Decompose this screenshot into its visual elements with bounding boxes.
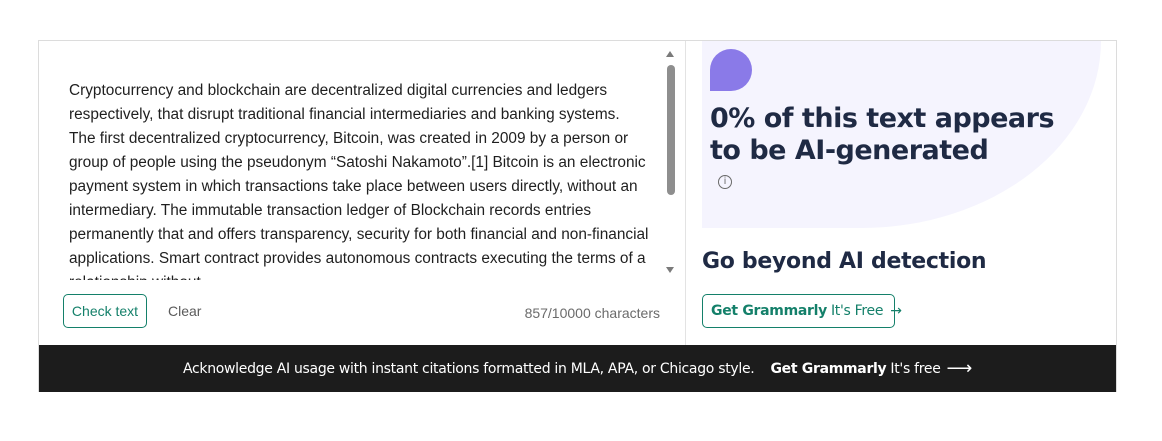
scroll-up-arrow[interactable] — [666, 51, 674, 57]
editor-text[interactable]: Cryptocurrency and blockchain are decent… — [69, 79, 649, 280]
banner-message: Acknowledge AI usage with instant citati… — [182, 360, 755, 377]
scrollbar-thumb[interactable] — [667, 65, 675, 195]
info-icon[interactable]: i — [718, 175, 732, 189]
speech-bubble-icon — [710, 49, 752, 91]
banner-cta-suffix: It's free — [890, 360, 941, 377]
long-arrow-right-icon: ⟶ — [946, 358, 973, 379]
upsell-title: Go beyond AI detection — [702, 249, 987, 274]
character-count: 857/10000 characters — [524, 305, 660, 321]
text-editor[interactable]: Cryptocurrency and blockchain are decent… — [69, 79, 649, 280]
banner-cta-brand: Get Grammarly — [770, 360, 887, 377]
clear-button[interactable]: Clear — [168, 303, 201, 319]
ai-detector-widget: Cryptocurrency and blockchain are decent… — [38, 40, 1117, 392]
banner-get-grammarly-link[interactable]: Get Grammarly It's free ⟶ — [770, 358, 972, 379]
panel-divider — [685, 41, 686, 345]
check-text-button[interactable]: Check text — [63, 294, 147, 328]
get-grammarly-button[interactable]: Get Grammarly It's Free → — [702, 294, 902, 328]
its-free-label: It's Free — [830, 303, 884, 319]
citation-banner: Acknowledge AI usage with instant citati… — [39, 345, 1116, 392]
result-title: 0% of this text appears to be AI-generat… — [710, 103, 1055, 166]
get-grammarly-label: Get Grammarly — [711, 303, 827, 319]
arrow-right-icon: → — [890, 303, 902, 319]
scroll-down-arrow[interactable] — [666, 267, 674, 273]
